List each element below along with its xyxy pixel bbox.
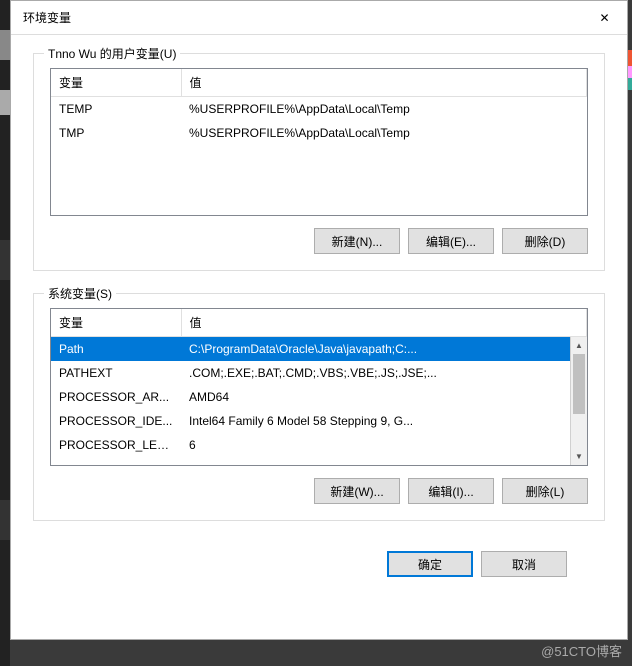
sys-group-label: 系统变量(S) <box>44 285 116 302</box>
cell-var: Path <box>51 337 181 362</box>
table-row[interactable]: PROCESSOR_AR... AMD64 <box>51 385 587 409</box>
cell-var: PATHEXT <box>51 361 181 385</box>
title-bar: 环境变量 ✕ <box>11 1 627 35</box>
user-group-label: Tnno Wu 的用户变量(U) <box>44 45 180 62</box>
scroll-up-icon[interactable]: ▲ <box>571 337 587 354</box>
cell-val: .COM;.EXE;.BAT;.CMD;.VBS;.VBE;.JS;.JSE;.… <box>181 361 587 385</box>
col-value[interactable]: 值 <box>181 69 587 97</box>
system-variables-table: 变量 值 Path C:\ProgramData\Oracle\Java\jav… <box>51 309 587 457</box>
close-icon: ✕ <box>599 11 609 25</box>
table-row[interactable]: PROCESSOR_IDE... Intel64 Family 6 Model … <box>51 409 587 433</box>
close-button[interactable]: ✕ <box>582 1 627 35</box>
cell-val: AMD64 <box>181 385 587 409</box>
user-variables-table-wrap[interactable]: 变量 值 TEMP %USERPROFILE%\AppData\Local\Te… <box>50 68 588 216</box>
cell-var: TMP <box>51 121 181 145</box>
scroll-down-icon[interactable]: ▼ <box>571 448 587 465</box>
table-row[interactable]: PATHEXT .COM;.EXE;.BAT;.CMD;.VBS;.VBE;.J… <box>51 361 587 385</box>
dialog-body: Tnno Wu 的用户变量(U) 变量 值 TEMP %USERPROFILE%… <box>11 35 627 577</box>
ok-button[interactable]: 确定 <box>387 551 473 577</box>
table-row[interactable]: TEMP %USERPROFILE%\AppData\Local\Temp <box>51 97 587 122</box>
table-row[interactable]: Path C:\ProgramData\Oracle\Java\javapath… <box>51 337 587 362</box>
sys-buttons-row: 新建(W)... 编辑(I)... 删除(L) <box>50 478 588 504</box>
delete-sys-var-button[interactable]: 删除(L) <box>502 478 588 504</box>
cell-val: C:\ProgramData\Oracle\Java\javapath;C:..… <box>181 337 587 362</box>
col-variable[interactable]: 变量 <box>51 69 181 97</box>
table-row[interactable]: PROCESSOR_LEV... 6 <box>51 433 587 457</box>
cell-val: %USERPROFILE%\AppData\Local\Temp <box>181 97 587 122</box>
edit-user-var-button[interactable]: 编辑(E)... <box>408 228 494 254</box>
watermark: @51CTO博客 <box>541 641 622 660</box>
cell-var: PROCESSOR_IDE... <box>51 409 181 433</box>
system-variables-table-wrap[interactable]: 变量 值 Path C:\ProgramData\Oracle\Java\jav… <box>50 308 588 466</box>
system-variables-group: 系统变量(S) 变量 值 Path C:\ProgramData\Oracle\… <box>33 293 605 521</box>
new-user-var-button[interactable]: 新建(N)... <box>314 228 400 254</box>
user-variables-table: 变量 值 TEMP %USERPROFILE%\AppData\Local\Te… <box>51 69 587 145</box>
scroll-thumb[interactable] <box>573 354 585 414</box>
cell-var: PROCESSOR_AR... <box>51 385 181 409</box>
environment-variables-dialog: 环境变量 ✕ Tnno Wu 的用户变量(U) 变量 值 TEMP %USERP <box>10 0 628 640</box>
system-scrollbar[interactable]: ▲ ▼ <box>570 337 587 465</box>
table-row[interactable]: TMP %USERPROFILE%\AppData\Local\Temp <box>51 121 587 145</box>
cell-var: PROCESSOR_LEV... <box>51 433 181 457</box>
dialog-title: 环境变量 <box>23 9 582 26</box>
user-buttons-row: 新建(N)... 编辑(E)... 删除(D) <box>50 228 588 254</box>
delete-user-var-button[interactable]: 删除(D) <box>502 228 588 254</box>
dialog-footer: 确定 取消 <box>33 543 605 577</box>
new-sys-var-button[interactable]: 新建(W)... <box>314 478 400 504</box>
col-value[interactable]: 值 <box>181 309 587 337</box>
user-variables-group: Tnno Wu 的用户变量(U) 变量 值 TEMP %USERPROFILE%… <box>33 53 605 271</box>
cell-val: 6 <box>181 433 587 457</box>
col-variable[interactable]: 变量 <box>51 309 181 337</box>
cell-val: Intel64 Family 6 Model 58 Stepping 9, G.… <box>181 409 587 433</box>
cell-var: TEMP <box>51 97 181 122</box>
edit-sys-var-button[interactable]: 编辑(I)... <box>408 478 494 504</box>
external-strip-left <box>0 0 10 666</box>
cell-val: %USERPROFILE%\AppData\Local\Temp <box>181 121 587 145</box>
cancel-button[interactable]: 取消 <box>481 551 567 577</box>
